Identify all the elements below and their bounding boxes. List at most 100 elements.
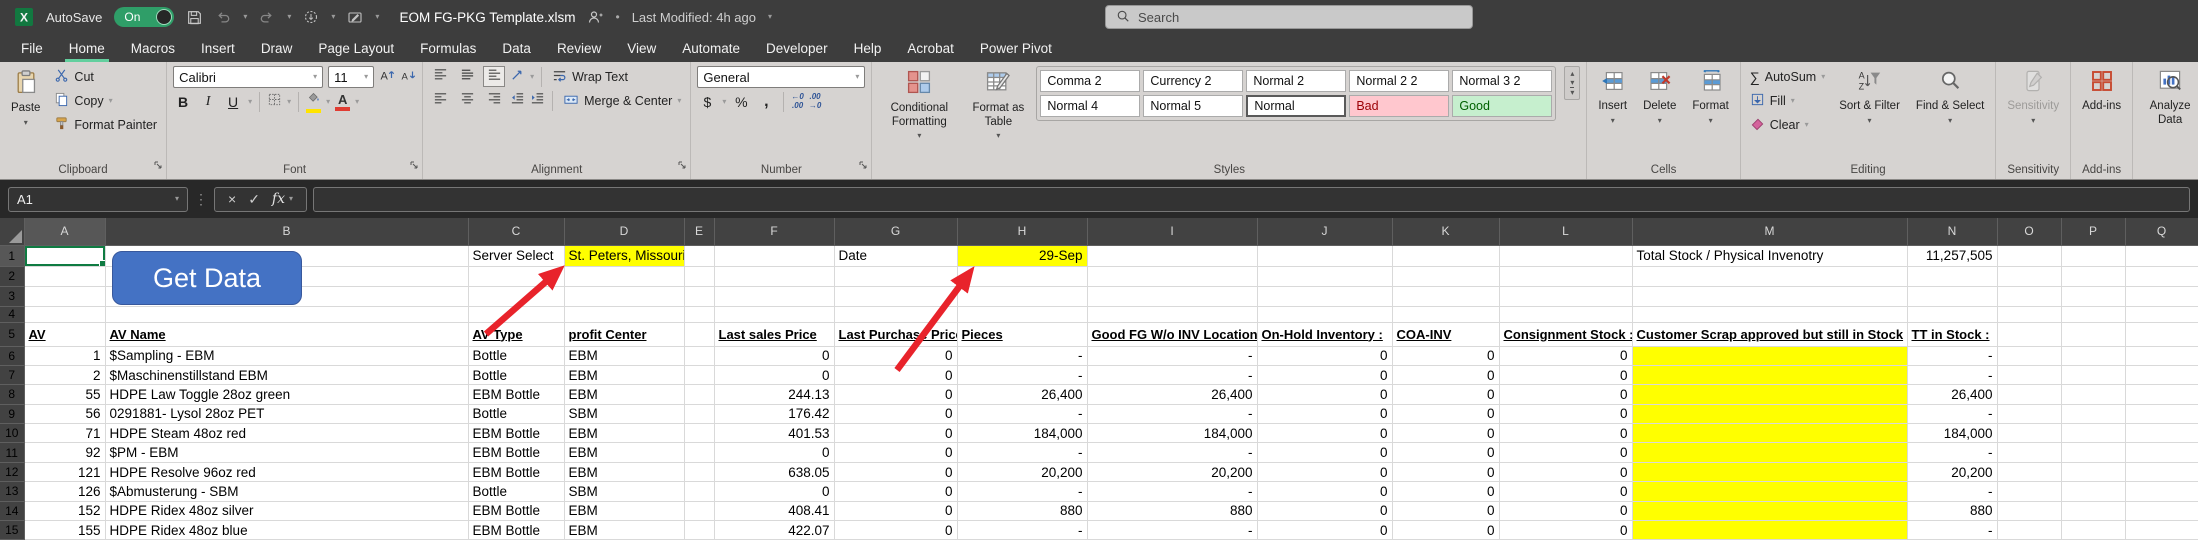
gallery-scroll-up-icon[interactable]: ▴ (1570, 69, 1574, 78)
undo-dropdown-icon[interactable]: ▾ (243, 13, 247, 21)
total-stock-label-cell[interactable]: Total Stock / Physical Invenotry (1632, 245, 1907, 266)
last-sales-price-cell[interactable]: 408.41 (714, 501, 834, 520)
cell[interactable] (684, 286, 714, 306)
av-cell[interactable]: 71 (24, 424, 105, 443)
good-fg-cell[interactable]: 880 (1087, 501, 1257, 520)
cell[interactable] (684, 501, 714, 520)
pieces-cell[interactable]: - (957, 346, 1087, 365)
comma-style-button[interactable]: , (756, 91, 776, 112)
coa-inv-cell[interactable]: 0 (1392, 482, 1499, 501)
tt-in-stock-cell[interactable]: - (1907, 482, 1997, 501)
tt-in-stock-cell[interactable]: - (1907, 443, 1997, 462)
av-type-cell[interactable]: Bottle (468, 365, 564, 384)
underline-button[interactable]: U (223, 92, 243, 113)
column-header-I[interactable]: I (1087, 218, 1257, 245)
row-header-14[interactable]: 14 (0, 501, 24, 520)
cell[interactable] (2125, 245, 2198, 266)
av-cell[interactable]: 92 (24, 443, 105, 462)
select-all-corner[interactable] (0, 218, 24, 245)
tt-in-stock-cell[interactable]: - (1907, 346, 1997, 365)
gallery-more-icon[interactable]: ▾ (1570, 87, 1574, 97)
number-dialog-launcher-icon[interactable] (858, 157, 868, 175)
wrap-text-button[interactable]: Wrap Text (549, 66, 631, 87)
column-header-K[interactable]: K (1392, 218, 1499, 245)
find-select-button[interactable]: Find & Select▾ (1911, 66, 1989, 128)
pieces-cell[interactable]: 26,400 (957, 385, 1087, 404)
cell[interactable] (1632, 266, 1907, 286)
last-modified-label[interactable]: Last Modified: 4h ago (632, 10, 756, 25)
style-good[interactable]: Good (1452, 95, 1552, 117)
undo-icon[interactable] (215, 9, 231, 25)
cell[interactable] (24, 306, 105, 322)
table-header-cell[interactable]: Last sales Price (714, 322, 834, 346)
pieces-cell[interactable]: - (957, 482, 1087, 501)
consignment-cell[interactable]: 0 (1499, 443, 1632, 462)
cell[interactable] (1997, 245, 2061, 266)
cell[interactable] (1257, 306, 1392, 322)
cell[interactable] (2125, 322, 2198, 346)
av-type-cell[interactable]: Bottle (468, 482, 564, 501)
cell[interactable] (2061, 501, 2125, 520)
cell[interactable] (1997, 286, 2061, 306)
consignment-cell[interactable]: 0 (1499, 501, 1632, 520)
good-fg-cell[interactable]: 20,200 (1087, 462, 1257, 481)
av-name-cell[interactable]: 0291881- Lysol 28oz PET (105, 404, 468, 423)
formula-input[interactable] (313, 187, 2190, 212)
cell[interactable] (684, 462, 714, 481)
save-icon[interactable] (186, 9, 203, 26)
av-name-cell[interactable]: HDPE Ridex 48oz silver (105, 501, 468, 520)
av-type-cell[interactable]: EBM Bottle (468, 501, 564, 520)
cell[interactable] (1499, 306, 1632, 322)
decrease-decimal-icon[interactable]: .00→0 (809, 93, 821, 111)
cell[interactable] (2061, 365, 2125, 384)
cell[interactable] (564, 286, 684, 306)
redo-icon[interactable] (259, 9, 275, 25)
last-purchase-price-cell[interactable]: 0 (834, 385, 957, 404)
cell[interactable] (1087, 306, 1257, 322)
increase-decimal-icon[interactable]: ←0.00 (791, 93, 803, 111)
customer-scrap-cell[interactable] (1632, 385, 1907, 404)
merge-center-button[interactable]: Merge & Center▾ (560, 90, 684, 111)
column-header-L[interactable]: L (1499, 218, 1632, 245)
row-header-8[interactable]: 8 (0, 385, 24, 404)
consignment-cell[interactable]: 0 (1499, 346, 1632, 365)
cell[interactable] (684, 346, 714, 365)
row-header-15[interactable]: 15 (0, 521, 24, 540)
tab-file[interactable]: File (8, 34, 56, 62)
cell[interactable] (2125, 501, 2198, 520)
coa-inv-cell[interactable]: 0 (1392, 443, 1499, 462)
customer-scrap-cell[interactable] (1632, 501, 1907, 520)
customer-scrap-cell[interactable] (1632, 443, 1907, 462)
row-header-13[interactable]: 13 (0, 482, 24, 501)
coa-inv-cell[interactable]: 0 (1392, 521, 1499, 540)
cell[interactable] (714, 286, 834, 306)
last-purchase-price-cell[interactable]: 0 (834, 424, 957, 443)
selected-cell-A1[interactable] (24, 245, 105, 266)
cell[interactable] (684, 521, 714, 540)
search-box[interactable] (1105, 5, 1473, 29)
table-header-cell[interactable]: Good FG W/o INV Location : (1087, 322, 1257, 346)
row-header-12[interactable]: 12 (0, 462, 24, 481)
tab-power-pivot[interactable]: Power Pivot (967, 34, 1065, 62)
cell[interactable] (468, 266, 564, 286)
on-hold-cell[interactable]: 0 (1257, 501, 1392, 520)
last-purchase-price-cell[interactable]: 0 (834, 462, 957, 481)
column-header-H[interactable]: H (957, 218, 1087, 245)
number-format-combo[interactable]: General▾ (697, 66, 865, 88)
align-bottom-icon[interactable] (483, 66, 505, 87)
style-normal-2-2[interactable]: Normal 2 2 (1349, 70, 1449, 92)
cell[interactable] (1997, 462, 2061, 481)
delete-cells-button[interactable]: Delete▾ (1638, 66, 1681, 128)
tt-in-stock-cell[interactable]: - (1907, 365, 1997, 384)
ink-annotation-icon[interactable] (347, 9, 363, 25)
profit-center-cell[interactable]: EBM (564, 462, 684, 481)
tt-in-stock-cell[interactable]: 20,200 (1907, 462, 1997, 481)
good-fg-cell[interactable]: - (1087, 521, 1257, 540)
coa-inv-cell[interactable]: 0 (1392, 501, 1499, 520)
tab-data[interactable]: Data (489, 34, 544, 62)
customer-scrap-cell[interactable] (1632, 424, 1907, 443)
tab-help[interactable]: Help (841, 34, 895, 62)
cell[interactable] (684, 385, 714, 404)
bold-button[interactable]: B (173, 92, 193, 113)
consignment-cell[interactable]: 0 (1499, 462, 1632, 481)
